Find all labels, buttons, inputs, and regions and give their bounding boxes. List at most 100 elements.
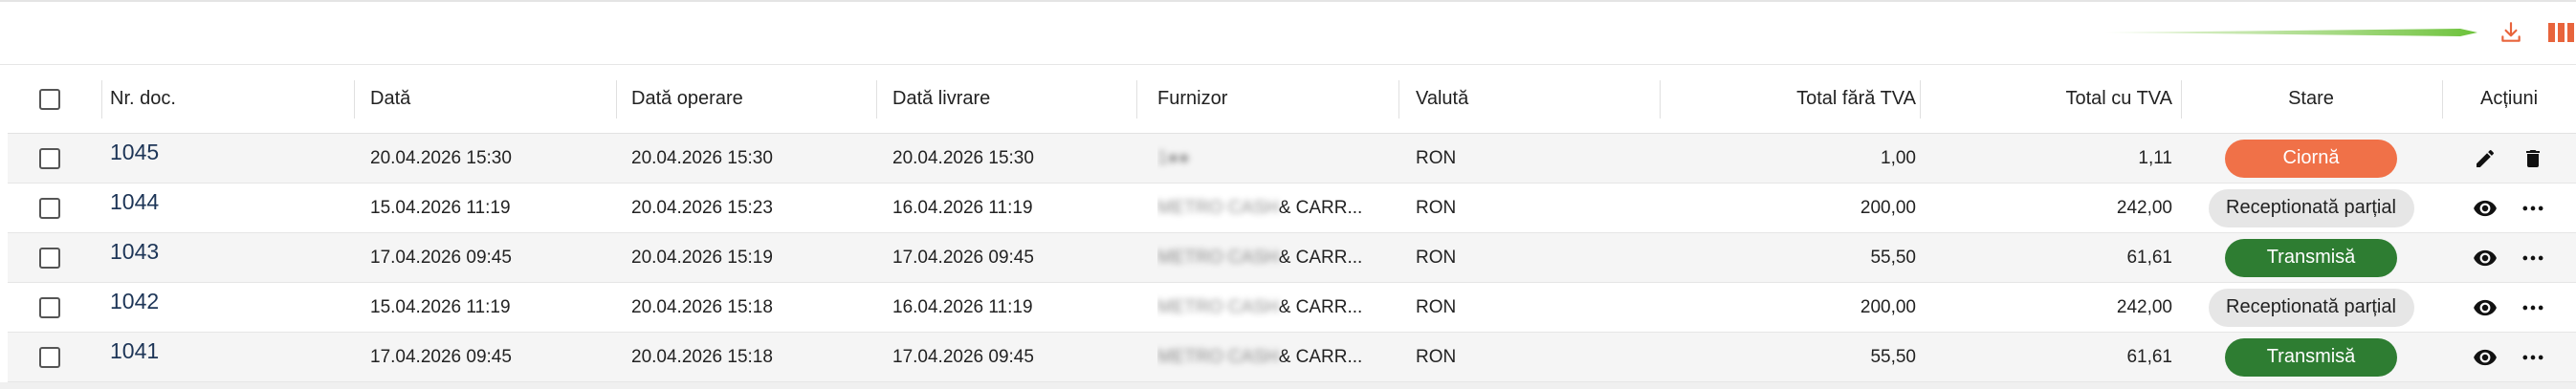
column-divider: [1398, 80, 1399, 119]
cell-total-cu-tva: 1,11: [2138, 147, 2172, 168]
row-actions: [2472, 294, 2546, 321]
more-options-icon[interactable]: [2520, 344, 2546, 371]
document-number-link[interactable]: 1044: [110, 189, 159, 215]
cell-stare: Transmisă: [2181, 333, 2441, 381]
document-number-link[interactable]: 1045: [110, 140, 159, 165]
furnizor-redacted: METRO CASH: [1157, 346, 1279, 367]
header-data-operare[interactable]: Dată operare: [631, 65, 882, 133]
column-divider: [616, 80, 617, 119]
highlight-arrow: [2104, 29, 2477, 36]
view-icon[interactable]: [2472, 344, 2499, 371]
furnizor-name: & CARR...: [1278, 197, 1363, 218]
row-checkbox[interactable]: [39, 197, 60, 219]
header-total-fara-tva[interactable]: Total fără TVA: [1667, 65, 1916, 133]
cell-total-cu-tva: 61,61: [2126, 247, 2172, 268]
header-stare[interactable]: Stare: [2181, 65, 2441, 133]
cell-total-cu-tva: 242,00: [2116, 197, 2172, 218]
cell-data-livrare: 16.04.2026 11:19: [892, 197, 1033, 218]
cell-valuta: RON: [1416, 247, 1457, 268]
header-select-cell: [8, 65, 92, 133]
cell-total-fara-tva: 200,00: [1860, 197, 1916, 218]
view-icon[interactable]: [2472, 195, 2499, 222]
header-valuta[interactable]: Valută: [1416, 65, 1655, 133]
table-row[interactable]: 1044 15.04.2026 11:19 20.04.2026 15:23 1…: [8, 184, 2576, 233]
cell-nr-doc: 1042: [110, 283, 361, 332]
row-checkbox[interactable]: [39, 296, 60, 318]
furnizor-name: & CARR...: [1278, 346, 1363, 367]
cell-furnizor: METRO CASH & CARR...: [1157, 333, 1387, 381]
cell-actiuni: [2442, 283, 2576, 332]
status-badge: Receptionată parțial: [2208, 188, 2414, 227]
cell-stare: Receptionată parțial: [2181, 184, 2441, 232]
cell-data-operare: 20.04.2026 15:19: [631, 247, 773, 268]
header-data[interactable]: Dată: [370, 65, 621, 133]
more-options-icon[interactable]: [2520, 245, 2546, 271]
cell-data-operare: 20.04.2026 15:18: [631, 296, 773, 317]
download-button[interactable]: [2494, 15, 2528, 50]
cell-data-livrare: 16.04.2026 11:19: [892, 296, 1033, 317]
view-icon[interactable]: [2472, 294, 2499, 321]
table-row[interactable]: 1045 20.04.2026 15:30 20.04.2026 15:30 2…: [8, 134, 2576, 184]
row-checkbox[interactable]: [39, 346, 60, 368]
cell-nr-doc: 1045: [110, 134, 361, 183]
row-actions: [2472, 145, 2546, 172]
more-options-icon[interactable]: [2520, 294, 2546, 321]
header-total-cu-tva[interactable]: Total cu TVA: [1928, 65, 2172, 133]
cell-data: 15.04.2026 11:19: [370, 197, 511, 218]
row-checkbox[interactable]: [39, 247, 60, 269]
row-checkbox[interactable]: [39, 147, 60, 169]
row-actions: [2472, 245, 2546, 271]
columns-button[interactable]: [2548, 19, 2576, 46]
cell-nr-doc: 1043: [110, 233, 361, 282]
row-actions: [2472, 344, 2546, 371]
header-nr-doc[interactable]: Nr. doc.: [110, 65, 361, 133]
furnizor-name: & CARR...: [1278, 296, 1363, 317]
row-select-cell: [8, 184, 92, 232]
row-select-cell: [8, 333, 92, 381]
cell-stare: Receptionată parțial: [2181, 283, 2441, 332]
row-select-cell: [8, 233, 92, 282]
cell-data-operare: 20.04.2026 15:30: [631, 147, 773, 168]
column-divider: [876, 80, 877, 119]
view-icon[interactable]: [2472, 245, 2499, 271]
cell-data: 15.04.2026 11:19: [370, 296, 511, 317]
table-bottom-edge: [0, 382, 2576, 389]
more-options-icon[interactable]: [2520, 195, 2546, 222]
delete-icon[interactable]: [2520, 145, 2546, 172]
columns-icon: [2548, 23, 2574, 42]
cell-furnizor: METRO CASH & CARR...: [1157, 233, 1387, 282]
edit-icon[interactable]: [2472, 145, 2499, 172]
cell-stare: Transmisă: [2181, 233, 2441, 282]
table-row[interactable]: 1042 15.04.2026 11:19 20.04.2026 15:18 1…: [8, 283, 2576, 333]
header-actiuni: Acțiuni: [2479, 88, 2539, 109]
table-row[interactable]: 1043 17.04.2026 09:45 20.04.2026 15:19 1…: [8, 233, 2576, 283]
document-number-link[interactable]: 1041: [110, 338, 159, 364]
status-badge: Transmisă: [2225, 238, 2397, 277]
furnizor-redacted: METRO CASH: [1157, 296, 1279, 317]
cell-total-fara-tva: 200,00: [1860, 296, 1916, 317]
cell-nr-doc: 1041: [110, 333, 361, 381]
row-select-cell: [8, 283, 92, 332]
cell-stare: Ciornă: [2181, 134, 2441, 183]
cell-data: 17.04.2026 09:45: [370, 346, 512, 367]
column-divider: [354, 80, 355, 119]
cell-furnizor: 1●●: [1157, 134, 1387, 183]
cell-data-livrare: 17.04.2026 09:45: [892, 247, 1034, 268]
header-furnizor[interactable]: Furnizor: [1157, 65, 1387, 133]
cell-data: 17.04.2026 09:45: [370, 247, 512, 268]
cell-valuta: RON: [1416, 147, 1457, 168]
cell-data-livrare: 17.04.2026 09:45: [892, 346, 1034, 367]
cell-total-cu-tva: 242,00: [2116, 296, 2172, 317]
status-badge: Transmisă: [2225, 337, 2397, 377]
cell-total-cu-tva: 61,61: [2126, 346, 2172, 367]
header-data-livrare[interactable]: Dată livrare: [892, 65, 1143, 133]
table-row[interactable]: 1041 17.04.2026 09:45 20.04.2026 15:18 1…: [8, 333, 2576, 382]
column-divider: [1136, 80, 1137, 119]
cell-total-fara-tva: 1,00: [1881, 147, 1916, 168]
column-divider: [1660, 80, 1661, 119]
document-number-link[interactable]: 1043: [110, 239, 159, 265]
cell-valuta: RON: [1416, 346, 1457, 367]
document-number-link[interactable]: 1042: [110, 289, 159, 314]
select-all-checkbox[interactable]: [39, 88, 60, 110]
cell-nr-doc: 1044: [110, 184, 361, 232]
